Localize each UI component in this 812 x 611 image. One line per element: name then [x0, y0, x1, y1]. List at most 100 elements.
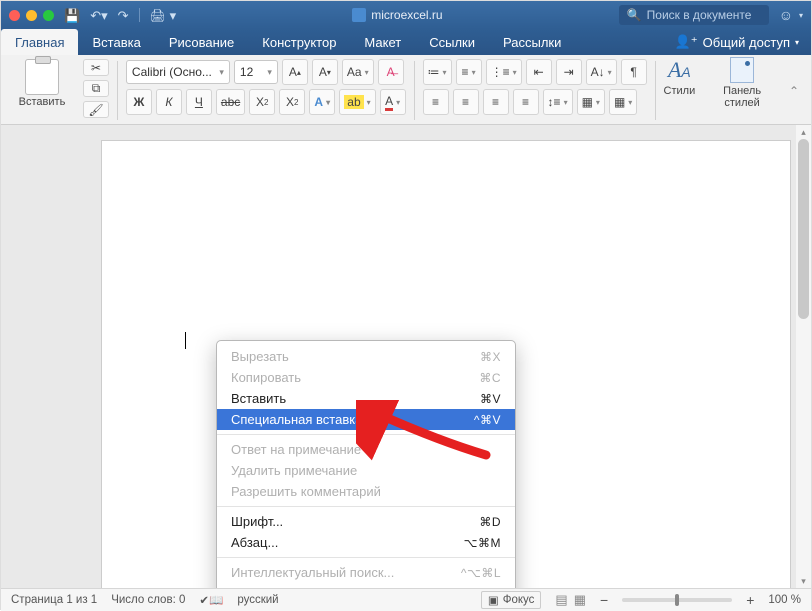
zoom-level[interactable]: 100 %	[768, 594, 801, 606]
decrease-indent-button[interactable]: ⇤	[526, 59, 552, 85]
line-spacing-button[interactable]: ↕≡	[543, 89, 573, 115]
status-language[interactable]: русский	[237, 594, 278, 606]
tab-draw[interactable]: Рисование	[155, 29, 248, 55]
justify-button[interactable]: ≡	[513, 89, 539, 115]
underline-button[interactable]: Ч	[186, 89, 212, 115]
search-icon: 🔍	[627, 8, 642, 22]
subscript-button[interactable]: X2	[249, 89, 275, 115]
spellcheck-icon[interactable]: ✔📖	[199, 593, 223, 607]
ribbon-tabs: Главная Вставка Рисование Конструктор Ма…	[1, 29, 811, 55]
format-painter-button[interactable]: 🖌	[83, 101, 109, 118]
editor-area: ▴ ▾ Вырезать⌘X Копировать⌘C Вставить⌘V С…	[1, 125, 811, 588]
search-input[interactable]: 🔍 Поиск в документе	[619, 5, 769, 25]
grow-font-button[interactable]: A▴	[282, 59, 308, 85]
feedback-icon[interactable]: ☺	[779, 7, 793, 23]
menu-item-copy[interactable]: Копировать⌘C	[217, 367, 515, 388]
zoom-out-button[interactable]: −	[600, 592, 608, 608]
menu-item-resolve-comment[interactable]: Разрешить комментарий	[217, 481, 515, 502]
tab-design[interactable]: Конструктор	[248, 29, 350, 55]
text-cursor	[185, 332, 186, 349]
share-button[interactable]: 👤⁺ Общий доступ ▾	[663, 29, 811, 55]
multilevel-button[interactable]: ⋮≡	[486, 59, 522, 85]
zoom-slider[interactable]	[622, 598, 732, 602]
increase-indent-button[interactable]: ⇥	[556, 59, 582, 85]
menu-item-paragraph[interactable]: Абзац...⌥⌘M	[217, 532, 515, 553]
sort-button[interactable]: A↓	[586, 59, 617, 85]
align-right-button[interactable]: ≡	[483, 89, 509, 115]
text-effects-button[interactable]: A	[309, 89, 335, 115]
italic-button[interactable]: К	[156, 89, 182, 115]
ribbon: Вставить ✂ ⧉ 🖌 Calibri (Осно...▾ 12▾ A▴ …	[1, 55, 811, 125]
scroll-down-icon[interactable]: ▾	[801, 574, 806, 588]
share-icon: 👤⁺	[675, 34, 698, 50]
quick-access-toolbar: 💾 ↶▾ ↷ 🖨 ▾	[64, 8, 176, 22]
menu-item-delete-comment[interactable]: Удалить примечание	[217, 460, 515, 481]
feedback-caret-icon[interactable]: ▾	[799, 11, 803, 20]
styles-gallery-button[interactable]: AA Стили	[658, 57, 702, 124]
menu-item-paste-special[interactable]: Специальная вставка...^⌘V	[217, 409, 515, 430]
font-color-button[interactable]: A	[380, 89, 406, 115]
highlight-button[interactable]: ab	[339, 89, 375, 115]
menu-item-paste[interactable]: Вставить⌘V	[217, 388, 515, 409]
undo-icon[interactable]: ↶▾	[90, 9, 107, 22]
close-window-button[interactable]	[9, 10, 20, 21]
styles-pane-button[interactable]: Панель стилей	[701, 57, 783, 124]
borders-button[interactable]: ▦	[609, 89, 637, 115]
bullets-button[interactable]: ≔	[423, 59, 452, 85]
tab-references[interactable]: Ссылки	[415, 29, 489, 55]
multilevel-icon: ⋮≡	[491, 65, 510, 79]
eraser-icon: A̶	[387, 65, 395, 79]
tab-insert[interactable]: Вставка	[78, 29, 154, 55]
bucket-icon: ▦	[582, 95, 593, 109]
menu-item-cut[interactable]: Вырезать⌘X	[217, 346, 515, 367]
context-menu: Вырезать⌘X Копировать⌘C Вставить⌘V Специ…	[216, 340, 516, 588]
focus-mode-button[interactable]: ▣ Фокус	[481, 591, 542, 609]
tab-layout[interactable]: Макет	[350, 29, 415, 55]
maximize-window-button[interactable]	[43, 10, 54, 21]
font-size-combo[interactable]: 12▾	[234, 60, 278, 84]
word-doc-icon	[352, 8, 366, 22]
scroll-thumb[interactable]	[798, 139, 809, 319]
copy-button[interactable]: ⧉	[83, 80, 109, 97]
menu-item-font[interactable]: Шрифт...⌘D	[217, 511, 515, 532]
font-name-combo[interactable]: Calibri (Осно...▾	[126, 60, 230, 84]
save-icon[interactable]: 💾	[64, 9, 80, 22]
collapse-ribbon-button[interactable]: ⌃	[783, 57, 805, 124]
view-print-icon[interactable]: ▤	[555, 592, 567, 608]
status-bar: Страница 1 из 1 Число слов: 0 ✔📖 русский…	[1, 588, 811, 611]
shrink-font-button[interactable]: A▾	[312, 59, 338, 85]
menu-item-synonyms[interactable]: Синонимы▶	[217, 583, 515, 588]
show-marks-button[interactable]: ¶	[621, 59, 647, 85]
clear-format-button[interactable]: A̶	[378, 59, 404, 85]
status-page[interactable]: Страница 1 из 1	[11, 594, 97, 606]
highlight-icon: ab	[344, 95, 363, 109]
copy-icon: ⧉	[92, 81, 101, 96]
vertical-scrollbar[interactable]: ▴ ▾	[796, 125, 811, 588]
menu-item-smart-lookup[interactable]: Интеллектуальный поиск...^⌥⌘L	[217, 562, 515, 583]
superscript-button[interactable]: X2	[279, 89, 305, 115]
minimize-window-button[interactable]	[26, 10, 37, 21]
tab-mailings[interactable]: Рассылки	[489, 29, 575, 55]
menu-item-reply-comment[interactable]: Ответ на примечание	[217, 439, 515, 460]
align-left-button[interactable]: ≡	[423, 89, 449, 115]
redo-icon[interactable]: ↷	[118, 9, 129, 22]
document-title: microexcel.ru	[176, 8, 619, 22]
paste-button[interactable]: Вставить	[13, 59, 71, 108]
borders-icon: ▦	[614, 95, 625, 109]
tab-home[interactable]: Главная	[1, 29, 78, 55]
window-controls	[9, 10, 54, 21]
zoom-in-button[interactable]: +	[746, 592, 754, 608]
scroll-up-icon[interactable]: ▴	[801, 125, 806, 139]
numbering-button[interactable]: ≡	[456, 59, 482, 85]
align-center-button[interactable]: ≡	[453, 89, 479, 115]
brush-icon: 🖌	[88, 103, 103, 117]
status-words[interactable]: Число слов: 0	[111, 594, 185, 606]
bold-button[interactable]: Ж	[126, 89, 152, 115]
shading-button[interactable]: ▦	[577, 89, 605, 115]
strike-button[interactable]: abc	[216, 89, 245, 115]
view-web-icon[interactable]: ▦	[574, 592, 586, 608]
print-icon[interactable]: 🖨 ▾	[150, 9, 177, 22]
change-case-button[interactable]: Aa	[342, 59, 374, 85]
numbering-icon: ≡	[462, 65, 469, 79]
cut-button[interactable]: ✂	[83, 59, 109, 76]
